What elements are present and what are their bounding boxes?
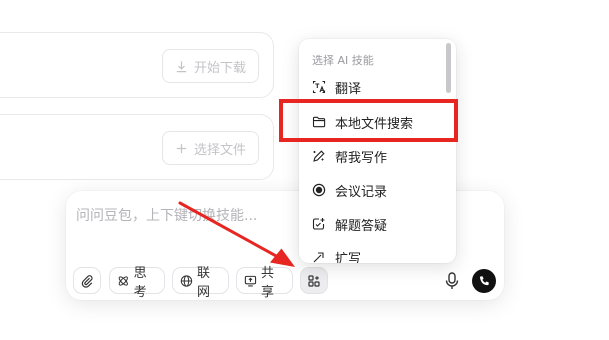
globe-icon — [180, 274, 193, 287]
phone-icon — [479, 275, 489, 285]
skill-item-meeting-notes[interactable]: 会议记录 — [312, 179, 387, 201]
skill-item-label: 会议记录 — [335, 184, 388, 200]
web-label: 联网 — [196, 265, 210, 300]
select-file-button[interactable]: 选择文件 — [161, 131, 259, 165]
plus-icon — [176, 143, 187, 153]
download-icon — [176, 60, 187, 72]
select-file-label: 选择文件 — [193, 142, 246, 158]
menu-scrollbar[interactable] — [446, 43, 451, 93]
start-download-label: 开始下载 — [193, 60, 246, 76]
highlight-box — [279, 99, 458, 142]
share-label: 共享 — [260, 265, 274, 300]
share-screen-button[interactable]: 共享 — [236, 266, 293, 300]
web-search-button[interactable]: 联网 — [172, 266, 229, 300]
atom-icon — [118, 275, 128, 286]
think-label: 思考 — [133, 265, 147, 300]
skill-menu-title: 选择 AI 技能 — [312, 54, 374, 67]
think-button[interactable]: 思考 — [109, 266, 165, 300]
skill-item-expand-writing[interactable]: 扩写 — [312, 246, 361, 263]
translate-icon — [312, 80, 326, 94]
skill-item-label: 解题答疑 — [335, 218, 388, 234]
skill-item-label: 翻译 — [335, 81, 362, 97]
microphone-icon[interactable] — [443, 271, 461, 291]
upload-card: 选择文件 — [0, 114, 274, 180]
skills-button[interactable] — [300, 267, 328, 294]
download-card: 开始下载 — [0, 32, 274, 98]
skill-item-label: 帮我写作 — [335, 150, 388, 166]
apps-grid-icon — [308, 274, 320, 287]
skill-item-label: 扩写 — [335, 251, 362, 264]
answer-icon — [312, 218, 325, 230]
skill-item-writing[interactable]: 帮我写作 — [312, 145, 387, 167]
record-icon — [312, 183, 326, 197]
paperclip-icon — [81, 274, 93, 288]
skill-item-problem-solving[interactable]: 解题答疑 — [312, 213, 387, 235]
start-download-button[interactable]: 开始下载 — [161, 49, 259, 83]
voice-call-button[interactable] — [472, 269, 496, 293]
attach-button[interactable] — [73, 267, 101, 294]
skill-menu: 选择 AI 技能 翻译 本地文件搜索 帮我写作 会议记录 解题答疑 扩写 — [299, 39, 456, 263]
screen-share-icon — [244, 275, 257, 286]
expand-icon — [313, 252, 324, 263]
skill-item-translate[interactable]: 翻译 — [312, 76, 361, 98]
chat-input[interactable]: 问问豆包，上下键切换技能... — [76, 205, 257, 225]
pen-icon — [313, 150, 325, 162]
